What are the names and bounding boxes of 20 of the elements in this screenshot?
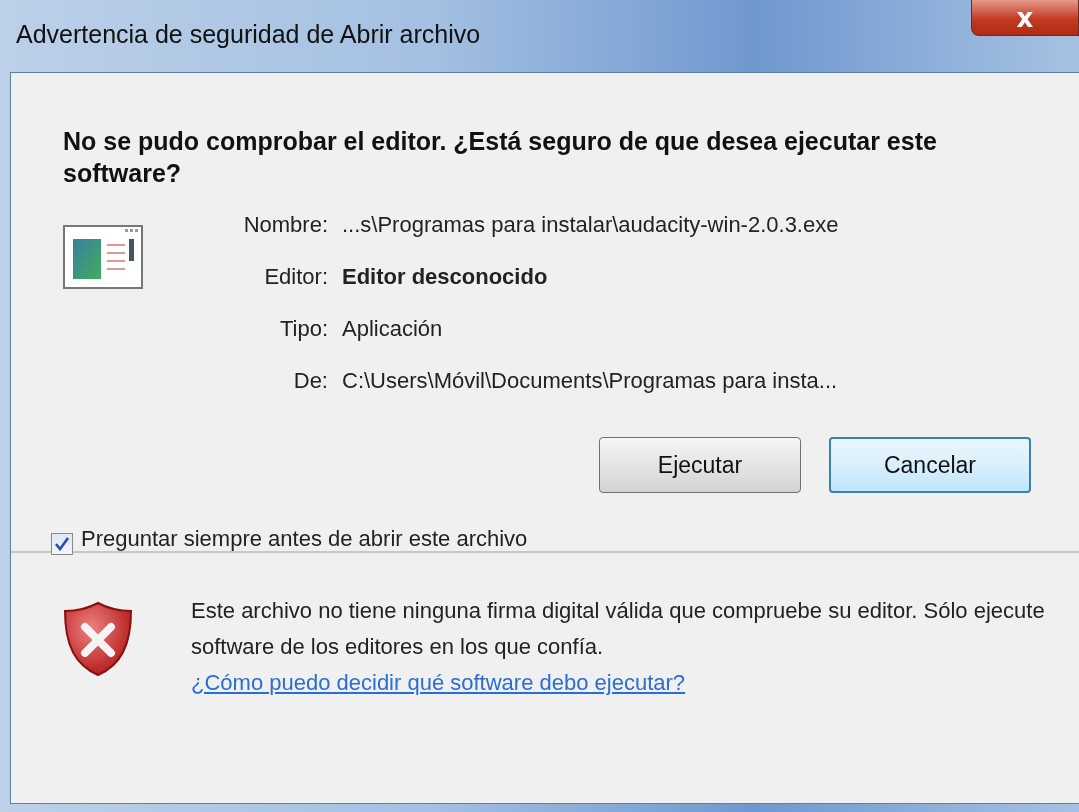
error-shield-icon [63,601,133,677]
warning-message: Este archivo no tiene ninguna firma digital válida que compruebe su editor. Sólo ejecute software de los editores en los que confía. [191,597,1046,661]
run-button[interactable]: Ejecutar [599,437,801,493]
field-label: Tipo: [278,315,328,343]
field-value: ...s\Programas para instalar\audacity-win-2.0.3.exe [342,211,839,239]
field-value: C:\Users\Móvil\Documents\Programas para insta... [342,367,839,395]
check-icon [54,536,70,552]
window-title: Advertencia de seguridad de Abrir archivo [16,20,481,49]
field-label: Editor: [263,263,328,291]
checkbox-label: Preguntar siempre antes de abrir este archivo [81,525,529,553]
field-value: Aplicación [342,315,444,343]
field-value: Editor desconocido [342,263,549,291]
dialog-heading: No se pudo comprobar el editor. ¿Está seguro de que desea ejecutar este software? [63,126,938,189]
help-link[interactable]: ¿Cómo puedo decidir qué software debo ejecutar? [191,670,686,695]
application-icon [63,225,143,289]
checkbox[interactable] [51,533,73,555]
cancel-button[interactable]: Cancelar [829,437,1031,493]
close-button[interactable]: x [971,0,1079,36]
field-label: De: [292,367,328,395]
field-label: Nombre: [242,211,328,239]
